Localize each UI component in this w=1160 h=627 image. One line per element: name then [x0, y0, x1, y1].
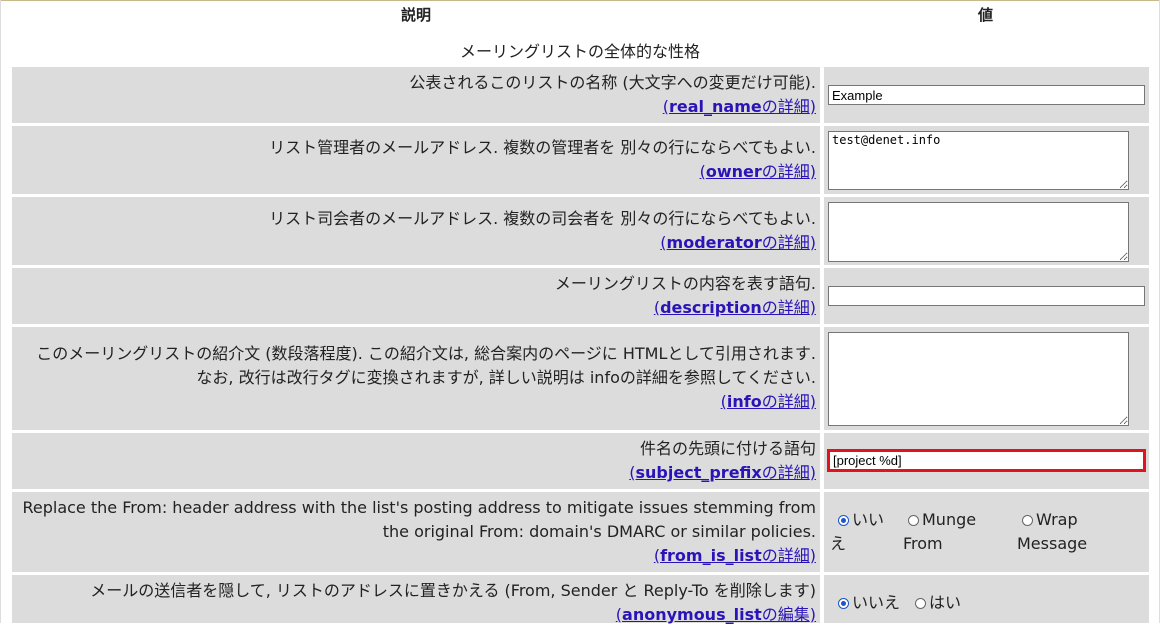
settings-row-moderator: リスト司会者のメールアドレス. 複数の司会者を 別々の行にならべてもよい. (m… — [12, 197, 1149, 265]
settings-row-from-is-list: Replace the From: header address with th… — [12, 492, 1149, 572]
info-detail-link[interactable]: (infoの詳細) — [721, 392, 816, 411]
moderator-textarea[interactable] — [828, 202, 1129, 262]
row-description-line1: このメーリングリストの紹介文 (数段落程度). この紹介文は, 総合案内のページ… — [36, 344, 816, 363]
row-description-line2: the original From: domain's DMARC or sim… — [382, 522, 816, 541]
description-detail-link[interactable]: (descriptionの詳細) — [654, 298, 816, 317]
settings-row-owner: リスト管理者のメールアドレス. 複数の管理者を 別々の行にならべてもよい. (o… — [12, 126, 1149, 194]
value-cell — [824, 197, 1149, 265]
description-input[interactable] — [828, 286, 1145, 306]
description-cell: Replace the From: header address with th… — [12, 492, 820, 572]
radio-icon — [838, 598, 849, 609]
description-cell: 公表されるこのリストの名称 (大文字への変更だけ可能). (real_nameの… — [12, 67, 820, 123]
description-cell: 件名の先頭に付ける語句 (subject_prefixの詳細) — [12, 433, 820, 489]
radio-icon — [908, 515, 919, 526]
from-is-list-option-wrap[interactable]: Wrap Message — [1017, 508, 1087, 556]
from-is-list-detail-link[interactable]: (from_is_listの詳細) — [654, 546, 816, 565]
column-header-description: 説明 — [401, 6, 432, 24]
owner-detail-link[interactable]: (ownerの詳細) — [700, 162, 816, 181]
row-description: 公表されるこのリストの名称 (大文字への変更だけ可能). — [409, 73, 816, 92]
settings-row-real-name: 公表されるこのリストの名称 (大文字への変更だけ可能). (real_nameの… — [12, 67, 1149, 123]
settings-row-info: このメーリングリストの紹介文 (数段落程度). この紹介文は, 総合案内のページ… — [12, 327, 1149, 430]
from-is-list-option-no[interactable]: いい え — [830, 508, 884, 556]
subject-prefix-input[interactable] — [827, 449, 1146, 472]
row-description-line2: なお, 改行は改行タグに変換されますが, 詳しい説明は infoの詳細を参照して… — [196, 368, 816, 387]
left-border — [0, 0, 1, 623]
section-title: メーリングリストの全体的な性格 — [459, 42, 700, 61]
from-is-list-option-munge[interactable]: Munge From — [903, 508, 976, 556]
real-name-detail-link[interactable]: (real_nameの詳細) — [663, 97, 816, 116]
row-description: メーリングリストの内容を表す語句. — [554, 274, 816, 293]
value-cell — [824, 268, 1149, 324]
settings-row-anonymous-list: メールの送信者を隠して, リストのアドレスに置きかえる (From, Sende… — [12, 575, 1149, 624]
value-cell — [824, 67, 1149, 123]
description-cell: このメーリングリストの紹介文 (数段落程度). この紹介文は, 総合案内のページ… — [12, 327, 820, 430]
settings-row-subject-prefix: 件名の先頭に付ける語句 (subject_prefixの詳細) — [12, 433, 1149, 489]
description-cell: メーリングリストの内容を表す語句. (descriptionの詳細) — [12, 268, 820, 324]
subject-prefix-detail-link[interactable]: (subject_prefixの詳細) — [629, 463, 816, 482]
column-header-value: 値 — [978, 6, 994, 24]
row-description: リスト管理者のメールアドレス. 複数の管理者を 別々の行にならべてもよい. — [269, 138, 816, 157]
row-description: 件名の先頭に付ける語句 — [639, 439, 816, 458]
row-description: メールの送信者を隠して, リストのアドレスに置きかえる (From, Sende… — [90, 581, 816, 600]
value-cell: いい え Munge From Wrap Message — [824, 492, 1149, 572]
radio-icon — [838, 515, 849, 526]
value-cell: test@denet.info — [824, 126, 1149, 194]
radio-icon — [915, 598, 926, 609]
owner-textarea[interactable]: test@denet.info — [828, 131, 1129, 190]
anonymous-list-edit-link[interactable]: (anonymous_listの編集) — [616, 605, 816, 624]
description-cell: リスト管理者のメールアドレス. 複数の管理者を 別々の行にならべてもよい. (o… — [12, 126, 820, 194]
value-cell: いいえ はい — [824, 575, 1149, 623]
row-description-line1: Replace the From: header address with th… — [22, 498, 816, 517]
radio-icon — [1022, 515, 1033, 526]
description-cell: リスト司会者のメールアドレス. 複数の司会者を 別々の行にならべてもよい. (m… — [12, 197, 820, 265]
value-cell — [824, 327, 1149, 430]
anonymous-list-option-no[interactable]: いいえ — [838, 591, 900, 615]
real-name-input[interactable] — [828, 85, 1145, 105]
settings-row-description: メーリングリストの内容を表す語句. (descriptionの詳細) — [12, 268, 1149, 324]
moderator-detail-link[interactable]: (moderatorの詳細) — [660, 233, 816, 252]
anonymous-list-option-yes[interactable]: はい — [915, 591, 961, 615]
row-description: リスト司会者のメールアドレス. 複数の司会者を 別々の行にならべてもよい. — [269, 209, 816, 228]
description-cell: メールの送信者を隠して, リストのアドレスに置きかえる (From, Sende… — [12, 575, 820, 624]
info-textarea[interactable] — [828, 332, 1129, 426]
value-cell — [824, 433, 1149, 489]
top-border — [0, 0, 1160, 1]
